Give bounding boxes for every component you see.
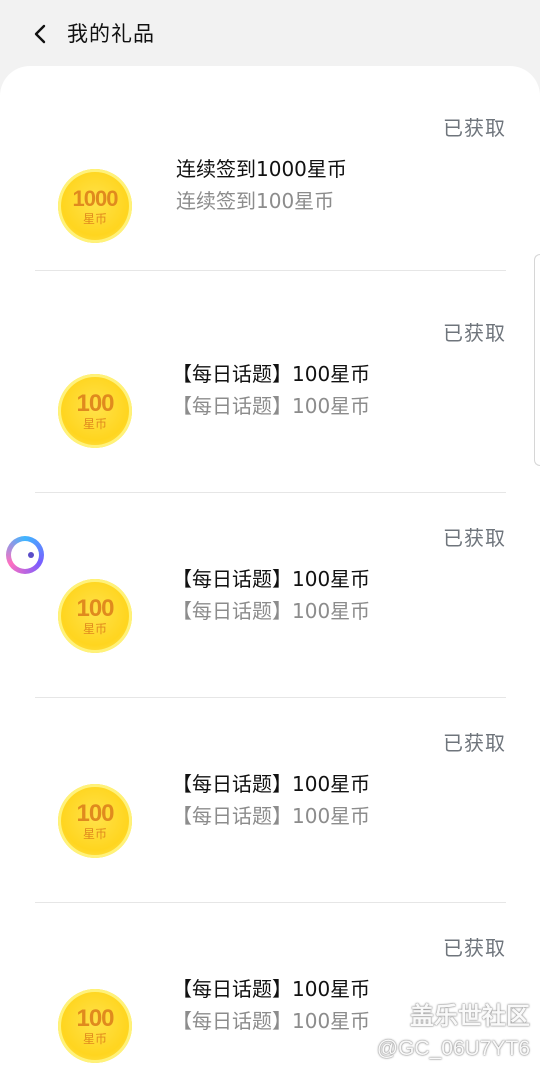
coin-amount: 100 (76, 1004, 114, 1032)
gift-subtitle: 【每日话题】100星币 (172, 599, 371, 623)
coin-unit: 星币 (82, 416, 107, 431)
gift-title: 【每日话题】100星币 (172, 567, 371, 591)
gift-subtitle: 【每日话题】100星币 (172, 394, 371, 418)
app-header: 我的礼品 (0, 0, 540, 66)
gift-list-card: 已获取 1000 星币 连续签到1000星币 连续签到100星币 已获取 100… (0, 66, 540, 1079)
coin-amount: 100 (76, 799, 114, 827)
gift-item[interactable]: 已获取 100 星币 【每日话题】100星币 【每日话题】100星币 (0, 903, 540, 1079)
coin-unit: 星币 (82, 1031, 107, 1046)
coin-icon: 100 星币 (58, 989, 132, 1063)
divider (35, 270, 506, 271)
status-label: 已获取 (443, 731, 506, 755)
gift-title: 【每日话题】100星币 (172, 362, 371, 386)
status-label: 已获取 (443, 116, 506, 140)
coin-icon: 1000 星币 (58, 169, 132, 243)
status-label: 已获取 (443, 936, 506, 960)
gift-item[interactable]: 已获取 1000 星币 连续签到1000星币 连续签到100星币 (0, 66, 540, 271)
gift-item[interactable]: 已获取 100 星币 【每日话题】100星币 【每日话题】100星币 (0, 288, 540, 493)
chevron-left-icon (34, 24, 46, 44)
coin-icon: 100 星币 (58, 374, 132, 448)
page-title: 我的礼品 (67, 22, 155, 46)
coin-unit: 星币 (82, 826, 107, 841)
assistant-ball-icon[interactable] (6, 536, 44, 574)
coin-unit: 星币 (82, 621, 107, 636)
gift-subtitle: 【每日话题】100星币 (172, 804, 371, 828)
coin-amount: 100 (76, 389, 114, 417)
gift-title: 【每日话题】100星币 (172, 772, 371, 796)
gift-item[interactable]: 已获取 100 星币 【每日话题】100星币 【每日话题】100星币 (0, 493, 540, 698)
gift-item[interactable]: 已获取 100 星币 【每日话题】100星币 【每日话题】100星币 (0, 698, 540, 903)
gift-title: 【每日话题】100星币 (172, 977, 371, 1001)
coin-icon: 100 星币 (58, 784, 132, 858)
assistant-ball-inner (11, 541, 39, 569)
assistant-ball-dot (28, 552, 34, 558)
back-button[interactable] (26, 20, 54, 48)
coin-unit: 星币 (82, 211, 107, 226)
status-label: 已获取 (443, 321, 506, 345)
coin-amount: 1000 (72, 185, 119, 211)
coin-icon: 100 星币 (58, 579, 132, 653)
gift-title: 连续签到1000星币 (176, 157, 347, 181)
gift-subtitle: 【每日话题】100星币 (172, 1009, 371, 1033)
status-label: 已获取 (443, 526, 506, 550)
gift-subtitle: 连续签到100星币 (176, 189, 335, 213)
coin-amount: 100 (76, 594, 114, 622)
